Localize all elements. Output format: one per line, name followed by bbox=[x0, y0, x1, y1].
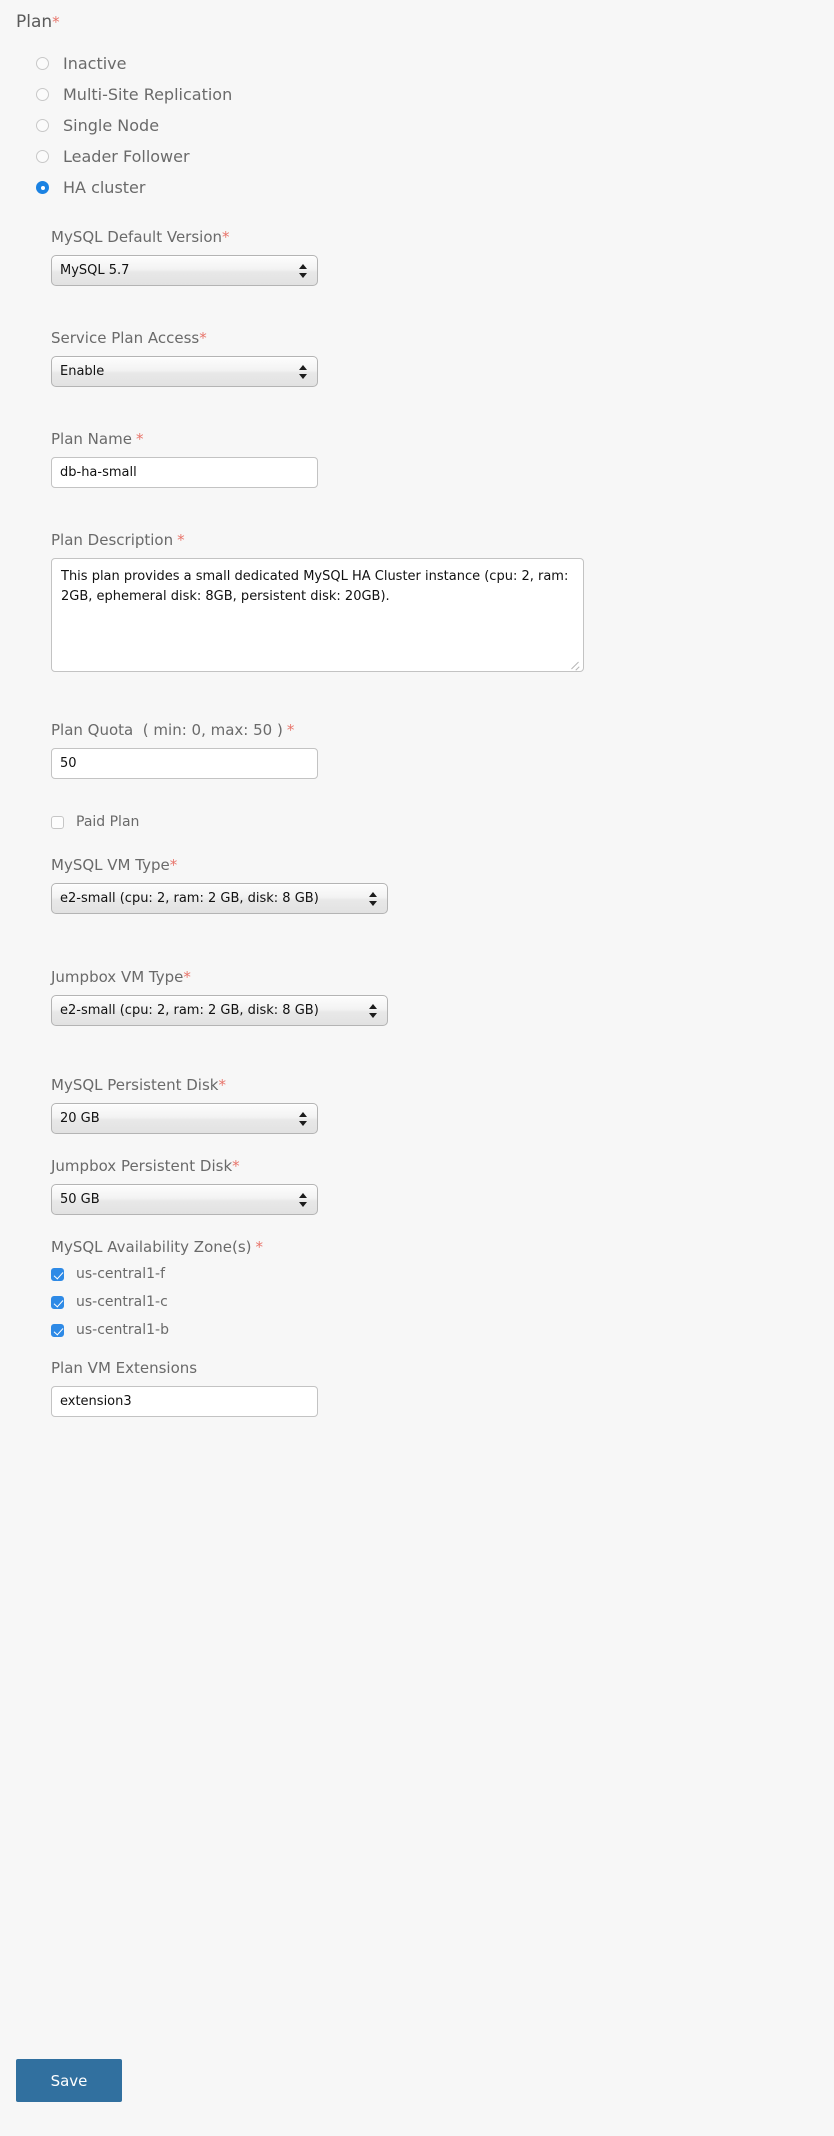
availability-zone-row[interactable]: us-central1-f bbox=[51, 1267, 834, 1281]
jumpbox-persistent-disk-value: 50 GB bbox=[60, 1192, 100, 1207]
jumpbox-vm-type-label: Jumpbox VM Type* bbox=[51, 968, 191, 986]
select-arrows-icon bbox=[299, 364, 308, 380]
availability-zone-checkbox[interactable] bbox=[51, 1323, 64, 1337]
mysql-default-version-label: MySQL Default Version* bbox=[51, 228, 230, 246]
plan-radio-label: HA cluster bbox=[63, 177, 146, 197]
save-button[interactable]: Save bbox=[16, 2059, 122, 2102]
plan-name-value: db-ha-small bbox=[60, 465, 137, 480]
field-plan-vm-extensions: Plan VM Extensions extension3 bbox=[51, 1359, 834, 1417]
field-plan-quota: Plan Quota ( min: 0, max: 50 ) * 50 bbox=[51, 721, 834, 779]
plan-radio-label: Single Node bbox=[63, 115, 160, 135]
required-asterisk: * bbox=[52, 13, 60, 31]
required-asterisk: * bbox=[255, 1238, 264, 1256]
jumpbox-persistent-disk-label: Jumpbox Persistent Disk* bbox=[51, 1157, 240, 1175]
select-arrows-icon bbox=[299, 1111, 308, 1127]
plan-radio-label: Leader Follower bbox=[63, 146, 190, 166]
availability-zones-label: MySQL Availability Zone(s) * bbox=[51, 1238, 264, 1256]
plan-radio-inactive[interactable]: Inactive bbox=[36, 48, 232, 79]
availability-zone-row[interactable]: us-central1-c bbox=[51, 1295, 834, 1309]
resize-grip-icon[interactable] bbox=[569, 657, 581, 669]
field-availability-zones: MySQL Availability Zone(s) * us-central1-… bbox=[51, 1238, 834, 1337]
select-arrows-icon bbox=[299, 1192, 308, 1208]
field-jumpbox-persistent-disk: Jumpbox Persistent Disk* 50 GB bbox=[51, 1157, 834, 1215]
mysql-default-version-value: MySQL 5.7 bbox=[60, 263, 130, 278]
field-plan-name: Plan Name * db-ha-small bbox=[51, 430, 834, 488]
radio-icon[interactable] bbox=[36, 119, 49, 132]
mysql-vm-type-label: MySQL VM Type* bbox=[51, 856, 178, 874]
plan-radio-leader-follower[interactable]: Leader Follower bbox=[36, 141, 232, 172]
plan-vm-extensions-value: extension3 bbox=[60, 1394, 132, 1409]
availability-zone-label: us-central1-f bbox=[76, 1266, 166, 1282]
mysql-persistent-disk-value: 20 GB bbox=[60, 1111, 100, 1126]
plan-description-value: This plan provides a small dedicated MyS… bbox=[61, 569, 569, 604]
plan-radio-single-node[interactable]: Single Node bbox=[36, 110, 232, 141]
plan-detail-fields: MySQL Default Version* MySQL 5.7 Service… bbox=[51, 228, 834, 1417]
service-plan-access-label: Service Plan Access* bbox=[51, 329, 207, 347]
plan-radio-multi-site-replication[interactable]: Multi-Site Replication bbox=[36, 79, 232, 110]
required-asterisk: * bbox=[135, 430, 144, 448]
paid-plan-label: Paid Plan bbox=[76, 814, 140, 830]
plan-radio-label: Inactive bbox=[63, 53, 127, 73]
paid-plan-checkbox[interactable] bbox=[51, 815, 64, 829]
plan-name-label: Plan Name * bbox=[51, 430, 144, 448]
plan-radio-label: Multi-Site Replication bbox=[63, 84, 233, 104]
plan-quota-input[interactable]: 50 bbox=[51, 748, 318, 779]
required-asterisk: * bbox=[286, 721, 295, 739]
availability-zone-checkbox[interactable] bbox=[51, 1267, 64, 1281]
plan-radio-group: Inactive Multi-Site Replication Single N… bbox=[36, 48, 232, 203]
mysql-vm-type-value: e2-small (cpu: 2, ram: 2 GB, disk: 8 GB) bbox=[60, 891, 319, 906]
plan-group-label-text: Plan bbox=[16, 12, 53, 32]
select-arrows-icon bbox=[369, 891, 378, 907]
required-asterisk: * bbox=[169, 856, 178, 874]
select-arrows-icon bbox=[369, 1003, 378, 1019]
availability-zone-label: us-central1-c bbox=[76, 1294, 168, 1310]
field-plan-description: Plan Description * This plan provides a s… bbox=[51, 531, 834, 672]
select-arrows-icon bbox=[299, 263, 308, 279]
required-asterisk: * bbox=[177, 531, 185, 549]
required-asterisk: * bbox=[232, 1157, 240, 1175]
field-mysql-default-version: MySQL Default Version* MySQL 5.7 bbox=[51, 228, 834, 286]
plan-name-input[interactable]: db-ha-small bbox=[51, 457, 318, 488]
plan-quota-value: 50 bbox=[60, 756, 77, 771]
plan-quota-hint: ( min: 0, max: 50 ) bbox=[142, 721, 283, 739]
availability-zone-checkbox[interactable] bbox=[51, 1295, 64, 1309]
field-service-plan-access: Service Plan Access* Enable bbox=[51, 329, 834, 387]
field-jumpbox-vm-type: Jumpbox VM Type* e2-small (cpu: 2, ram: … bbox=[51, 968, 834, 1026]
field-mysql-persistent-disk: MySQL Persistent Disk* 20 GB bbox=[51, 1076, 834, 1134]
required-asterisk: * bbox=[218, 1076, 226, 1094]
service-plan-access-value: Enable bbox=[60, 364, 105, 379]
required-asterisk: * bbox=[183, 968, 191, 986]
mysql-persistent-disk-select[interactable]: 20 GB bbox=[51, 1103, 318, 1134]
required-asterisk: * bbox=[222, 228, 230, 246]
plan-radio-ha-cluster[interactable]: HA cluster bbox=[36, 172, 232, 203]
availability-zone-row[interactable]: us-central1-b bbox=[51, 1323, 834, 1337]
plan-configuration-form: Plan* Inactive Multi-Site Replication Si… bbox=[0, 0, 834, 2136]
radio-icon[interactable] bbox=[36, 88, 49, 101]
mysql-vm-type-select[interactable]: e2-small (cpu: 2, ram: 2 GB, disk: 8 GB) bbox=[51, 883, 388, 914]
mysql-default-version-select[interactable]: MySQL 5.7 bbox=[51, 255, 318, 286]
plan-vm-extensions-label: Plan VM Extensions bbox=[51, 1359, 198, 1377]
required-asterisk: * bbox=[199, 329, 207, 347]
paid-plan-checkbox-row[interactable]: Paid Plan bbox=[51, 815, 834, 829]
plan-description-label: Plan Description * bbox=[51, 531, 185, 549]
field-mysql-vm-type: MySQL VM Type* e2-small (cpu: 2, ram: 2 … bbox=[51, 856, 834, 914]
radio-icon[interactable] bbox=[36, 57, 49, 70]
availability-zone-label: us-central1-b bbox=[76, 1322, 169, 1338]
jumpbox-vm-type-select[interactable]: e2-small (cpu: 2, ram: 2 GB, disk: 8 GB) bbox=[51, 995, 388, 1026]
radio-selected-icon[interactable] bbox=[36, 181, 49, 194]
mysql-persistent-disk-label: MySQL Persistent Disk* bbox=[51, 1076, 226, 1094]
plan-quota-label: Plan Quota ( min: 0, max: 50 ) * bbox=[51, 721, 295, 739]
service-plan-access-select[interactable]: Enable bbox=[51, 356, 318, 387]
jumpbox-vm-type-value: e2-small (cpu: 2, ram: 2 GB, disk: 8 GB) bbox=[60, 1003, 319, 1018]
plan-description-textarea[interactable]: This plan provides a small dedicated MyS… bbox=[51, 558, 584, 672]
plan-vm-extensions-input[interactable]: extension3 bbox=[51, 1386, 318, 1417]
plan-group-label: Plan* bbox=[16, 12, 60, 32]
jumpbox-persistent-disk-select[interactable]: 50 GB bbox=[51, 1184, 318, 1215]
radio-icon[interactable] bbox=[36, 150, 49, 163]
